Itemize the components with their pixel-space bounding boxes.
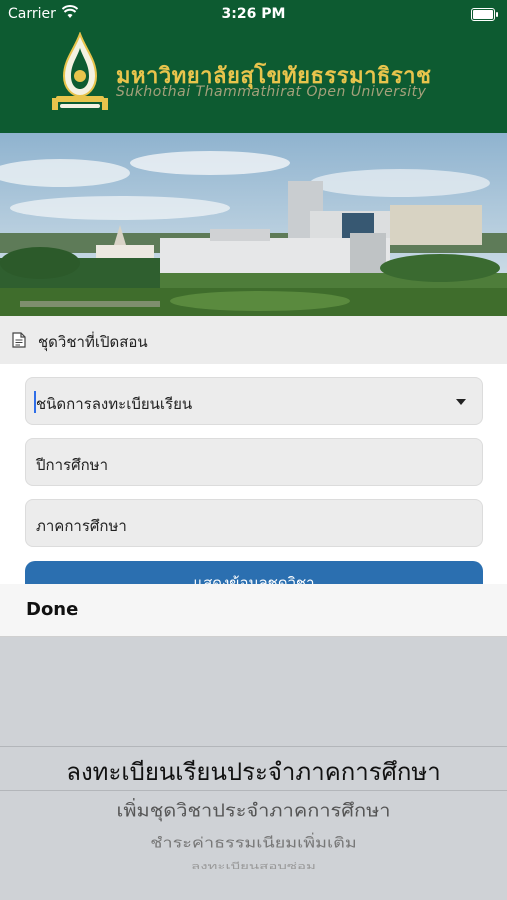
selection-top-line: [0, 746, 507, 747]
battery-icon: [471, 8, 498, 21]
academic-year-placeholder: ปีการศึกษา: [36, 456, 108, 474]
status-bar: Carrier 3:26 PM: [0, 0, 507, 28]
section-header: ชุดวิชาที่เปิดสอน: [0, 316, 507, 364]
picker-option[interactable]: เพิ่มชุดวิชาประจำภาคการศึกษา: [0, 796, 507, 825]
dropdown-arrow-icon: [456, 399, 466, 405]
academic-year-field[interactable]: ปีการศึกษา: [25, 438, 483, 486]
picker-toolbar: Done: [0, 584, 507, 637]
clock: 3:26 PM: [221, 6, 286, 22]
section-title: ชุดวิชาที่เปิดสอน: [38, 333, 148, 351]
app-header: มหาวิทยาลัยสุโขทัยธรรมาธิราช Sukhothai T…: [0, 28, 507, 133]
registration-type-select[interactable]: ชนิดการลงทะเบียนเรียน: [25, 377, 483, 425]
campus-photo: [0, 133, 507, 316]
registration-type-value: ชนิดการลงทะเบียนเรียน: [36, 395, 193, 413]
picker-option[interactable]: ชำระค่าธรรมเนียมเพิ่มเติม: [0, 831, 507, 854]
picker-option[interactable]: ลงทะเบียนเรียนประจำภาคการศึกษา: [0, 752, 507, 791]
done-button[interactable]: Done: [26, 599, 78, 620]
document-icon: [12, 332, 26, 348]
picker-option[interactable]: ลงทะเบียนสอบซ่อม: [0, 859, 507, 873]
university-name-english: Sukhothai Thammathirat Open University: [116, 84, 427, 100]
semester-placeholder: ภาคการศึกษา: [36, 517, 127, 535]
semester-field[interactable]: ภาคการศึกษา: [25, 499, 483, 547]
university-logo: [52, 32, 108, 110]
picker-sheet: Done ลงทะเบียนเรียนประจำภาคการศึกษา เพิ่…: [0, 584, 507, 900]
